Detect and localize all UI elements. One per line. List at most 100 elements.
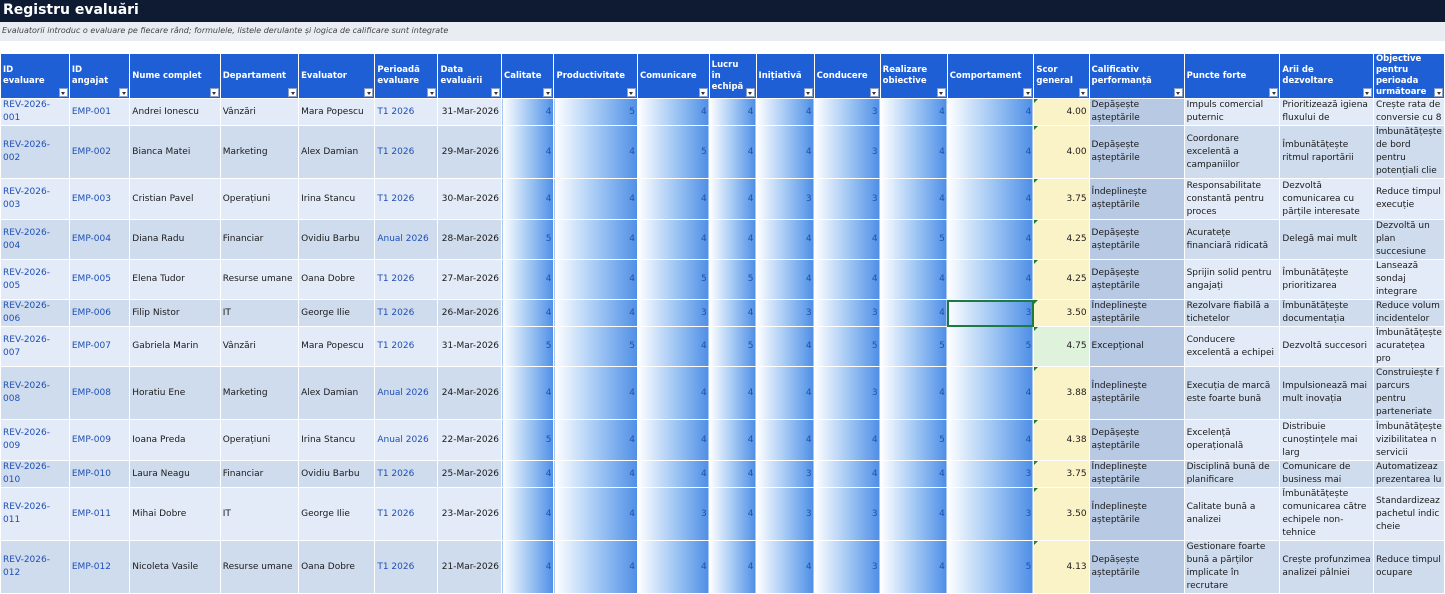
table-cell[interactable]: 3.50 [1033,487,1090,541]
table-cell[interactable]: 4 [708,487,757,541]
table-cell[interactable]: EMP-004 [68,219,131,260]
table-cell[interactable]: 3 [636,299,710,327]
table-cell[interactable]: 4 [946,98,1035,126]
filter-dropdown-icon[interactable] [626,88,636,97]
table-cell[interactable]: Prioritizează igiena fluxului de [1279,98,1374,126]
table-cell[interactable]: 4 [501,125,555,179]
table-cell[interactable]: Oana Dobre [298,259,376,300]
table-cell[interactable]: 4 [553,125,638,179]
table-cell[interactable]: 4 [553,259,638,300]
table-cell[interactable]: IT [219,487,300,541]
table-cell[interactable]: 3 [813,98,881,126]
table-cell[interactable]: 4 [755,540,815,594]
table-cell[interactable]: Mara Popescu [298,326,376,367]
filter-dropdown-icon[interactable] [745,88,755,97]
table-cell[interactable]: Construiește f parcurs pentru parteneria… [1372,366,1445,420]
table-cell[interactable]: 4.00 [1033,125,1090,179]
table-cell[interactable]: 4 [813,419,881,461]
table-cell[interactable]: 3 [755,460,815,488]
table-cell[interactable]: 4 [501,259,555,300]
table-cell[interactable]: Disciplină bună de planificare [1183,460,1281,488]
table-cell[interactable]: Dezvoltă un plan succesiune [1372,219,1445,260]
table-cell[interactable]: 3 [813,178,881,220]
table-cell[interactable]: Diana Radu [129,219,221,260]
table-cell[interactable]: 4 [636,540,710,594]
table-cell[interactable]: 5 [553,98,638,126]
table-cell[interactable]: 3 [813,299,881,327]
table-cell[interactable]: Automatizeaz prezentarea lu [1372,460,1445,488]
table-cell[interactable]: 4 [813,219,881,260]
table-cell[interactable]: 31-Mar-2026 [437,326,503,367]
filter-dropdown-icon[interactable] [209,88,219,97]
table-cell[interactable]: Îmbunătățește prioritizarea [1279,259,1374,300]
table-cell[interactable]: Depășește așteptările [1088,125,1185,179]
table-cell[interactable]: Vânzări [219,326,300,367]
table-cell[interactable]: REV-2026-010 [0,460,70,488]
filter-dropdown-icon[interactable] [1434,88,1443,97]
table-cell[interactable]: Ovidiu Barbu [298,460,376,488]
table-cell[interactable]: 5 [636,259,710,300]
table-cell[interactable]: T1 2026 [374,540,439,594]
filter-dropdown-icon[interactable] [1078,88,1088,97]
table-cell[interactable]: 4 [813,259,881,300]
table-cell[interactable]: REV-2026-003 [0,178,70,220]
table-cell[interactable]: Financiar [219,219,300,260]
table-cell[interactable]: 3.88 [1033,366,1090,420]
table-cell[interactable]: Irina Stancu [298,178,376,220]
table-cell[interactable]: IT [219,299,300,327]
table-cell[interactable]: 4 [553,460,638,488]
table-cell[interactable]: Acuratețe financiară ridicată [1183,219,1281,260]
table-cell[interactable]: Standardizeaz pachetul indic cheie [1372,487,1445,541]
table-cell[interactable]: Nicoleta Vasile [129,540,221,594]
table-cell[interactable]: Depășește așteptările [1088,540,1185,594]
table-cell[interactable]: Rezolvare fiabilă a tichetelor [1183,299,1281,327]
table-cell[interactable]: Elena Tudor [129,259,221,300]
table-cell[interactable]: Financiar [219,460,300,488]
filter-dropdown-icon[interactable] [1023,88,1033,97]
table-cell[interactable]: 29-Mar-2026 [437,125,503,179]
table-cell[interactable]: Impulsionează mai mult inovația [1279,366,1374,420]
table-cell[interactable]: Marketing [219,125,300,179]
table-cell[interactable]: 4 [636,460,710,488]
table-cell[interactable]: 4 [946,366,1035,420]
table-cell[interactable]: 4.13 [1033,540,1090,594]
filter-dropdown-icon[interactable] [58,88,68,97]
table-cell[interactable]: 4 [879,540,948,594]
table-cell[interactable]: Conducere excelentă a echipei [1183,326,1281,367]
table-cell[interactable]: EMP-005 [68,259,131,300]
filter-dropdown-icon[interactable] [491,88,501,97]
table-cell[interactable]: Mihai Dobre [129,487,221,541]
table-cell[interactable]: Îmbunătățește de bord pentru potențiali … [1372,125,1445,179]
table-cell[interactable]: Depășește așteptările [1088,219,1185,260]
table-cell[interactable]: Crește rata de conversie cu 8 [1372,98,1445,126]
table-cell[interactable]: REV-2026-001 [0,98,70,126]
table-cell[interactable]: 5 [813,326,881,367]
table-cell[interactable]: 4 [708,98,757,126]
table-cell[interactable]: Vânzări [219,98,300,126]
table-cell[interactable]: George Ilie [298,487,376,541]
table-cell[interactable]: 5 [501,219,555,260]
table-cell[interactable]: Depășește așteptările [1088,259,1185,300]
filter-dropdown-icon[interactable] [543,88,553,97]
table-cell[interactable]: Coordonare excelentă a campaniilor [1183,125,1281,179]
table-cell[interactable]: 3 [755,487,815,541]
table-cell[interactable]: Anual 2026 [374,219,439,260]
table-cell[interactable]: 3 [813,125,881,179]
table-cell[interactable]: 4.00 [1033,98,1090,126]
filter-dropdown-icon[interactable] [936,88,946,97]
table-cell[interactable]: 4 [636,98,710,126]
table-cell[interactable]: 4 [501,540,555,594]
table-cell[interactable]: Alex Damian [298,366,376,420]
table-cell[interactable]: 3 [813,366,881,420]
table-cell[interactable]: REV-2026-006 [0,299,70,327]
table-cell[interactable]: T1 2026 [374,299,439,327]
table-cell[interactable]: Îndeplinește așteptările [1088,487,1185,541]
table-cell[interactable]: 28-Mar-2026 [437,219,503,260]
table-cell[interactable]: 4 [879,125,948,179]
table-cell[interactable]: Îmbunătățește vizibilitatea n servicii [1372,419,1445,461]
table-cell[interactable]: 4.75 [1033,326,1090,367]
table-cell[interactable]: 27-Mar-2026 [437,259,503,300]
table-cell[interactable]: 23-Mar-2026 [437,487,503,541]
table-cell[interactable]: 4 [879,460,948,488]
table-cell[interactable]: 4 [755,125,815,179]
